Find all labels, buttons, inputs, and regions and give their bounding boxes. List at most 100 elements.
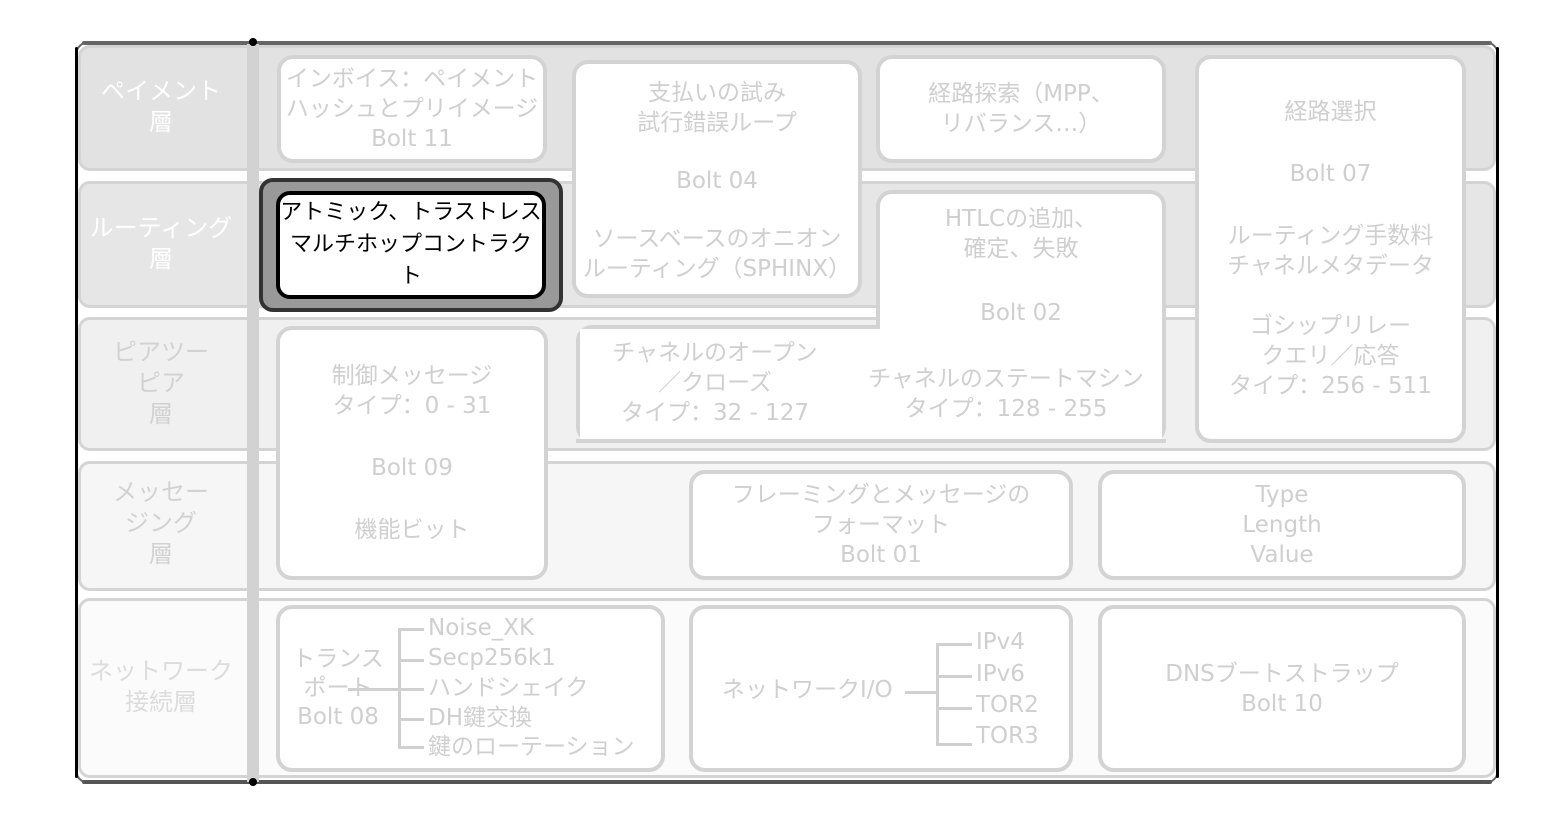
box-framing: フレーミングとメッセージの フォーマット Bolt 01 xyxy=(689,470,1073,580)
layer-label-line: 層 xyxy=(149,400,173,428)
box-text: 機能ビット xyxy=(354,517,470,543)
highlight-text: アトミック、トラストレス xyxy=(280,200,542,225)
box-text: ハッシュとプリイメージ xyxy=(285,96,539,122)
box-text: 支払いの試み xyxy=(648,80,786,106)
tree-leaf: Noise_XK xyxy=(428,615,535,641)
frame-right-edge xyxy=(1496,47,1499,778)
tree-leaf: DH鍵交換 xyxy=(428,705,533,731)
box-text: ／クローズ xyxy=(658,370,772,396)
frame-bottom-edge xyxy=(82,780,1492,784)
layer-label-line: ペイメント xyxy=(101,77,221,105)
box-text: タイプ：128 - 255 xyxy=(904,396,1108,422)
tree-leaf: IPv4 xyxy=(976,629,1025,655)
layer-label-line: ネットワーク xyxy=(89,657,233,685)
tree-connector xyxy=(905,691,937,694)
layer-label-routing: ルーティング 層 xyxy=(80,213,242,275)
layer-label-line: 層 xyxy=(149,540,173,568)
tree-leaf: IPv6 xyxy=(976,661,1025,687)
tree-branch xyxy=(398,746,424,749)
tree-branch xyxy=(398,659,424,662)
box-text: Type xyxy=(1255,482,1309,508)
divider-top-cap xyxy=(249,38,257,46)
box-text: ソースベースのオニオン xyxy=(592,226,842,252)
box-text: フォーマット xyxy=(812,512,950,538)
tree-leaf: Secp256k1 xyxy=(428,645,556,671)
layer-label-line: 層 xyxy=(149,108,173,136)
box-text: リバランス…） xyxy=(940,111,1102,137)
box-text: クエリ／応答 xyxy=(1261,343,1400,369)
box-text: ルーティング手数料 xyxy=(1227,223,1434,249)
box-atomic-multihop-contract: アトミック、トラストレス マルチホップコントラクト xyxy=(276,191,546,299)
box-text: ゴシップリレー xyxy=(1250,313,1411,339)
box-text: 試行錯誤ループ xyxy=(637,110,797,136)
box-route-selection: 経路選択 Bolt 07 ルーティング手数料 チャネルメタデータ ゴシップリレー… xyxy=(1195,55,1466,443)
tree-root-text: トランス xyxy=(292,646,384,672)
tree-branch xyxy=(936,675,972,678)
box-bolt-label: Bolt 10 xyxy=(1241,690,1323,717)
box-text: タイプ：0 - 31 xyxy=(332,393,492,419)
highlight-text: マルチホップコントラクト xyxy=(289,232,532,289)
box-bolt-label: Bolt 01 xyxy=(840,542,922,568)
tree-branch xyxy=(398,688,424,691)
box-invoice: インボイス：ペイメント ハッシュとプリイメージ Bolt 11 xyxy=(277,55,547,163)
htlc-text-block: HTLCの追加、 確定、失敗 Bolt 02 xyxy=(876,204,1166,328)
box-text: タイプ：256 - 511 xyxy=(1229,373,1432,399)
box-channel-open: チャネルのオープン ／クローズ タイプ：32 - 127 xyxy=(580,338,850,428)
tree-branch xyxy=(936,743,972,746)
network-io-root: ネットワークI/O xyxy=(722,677,893,703)
tree-branch xyxy=(398,628,424,631)
tree-leaf: TOR3 xyxy=(976,723,1039,749)
layer-label-payment: ペイメント 層 xyxy=(80,76,242,138)
layer-label-line: メッセー xyxy=(113,478,209,506)
box-text: ルーティング（SPHINX） xyxy=(582,256,852,282)
layer-label-line: 接続層 xyxy=(125,688,197,716)
layer-label-line: ピアツー xyxy=(113,338,209,366)
box-bolt-label: Bolt 04 xyxy=(676,168,758,194)
box-tlv: Type Length Value xyxy=(1098,470,1466,580)
tree-root-text: Bolt 08 xyxy=(297,704,379,730)
label-column-divider xyxy=(247,44,259,782)
tree-leaf: ハンドシェイク xyxy=(428,675,589,701)
box-control-messages: 制御メッセージ タイプ：0 - 31 Bolt 09 機能ビット xyxy=(276,326,548,580)
box-text: チャネルメタデータ xyxy=(1227,253,1434,279)
divider-bottom-cap xyxy=(249,778,257,786)
box-text: DNSブートストラップ xyxy=(1165,660,1399,687)
box-bolt-label: Bolt 11 xyxy=(371,126,453,152)
layer-label-peer-to-peer: ピアツー ピア 層 xyxy=(80,337,242,430)
box-text: Length xyxy=(1242,512,1322,538)
frame-top-edge xyxy=(82,41,1492,45)
box-text: インボイス：ペイメント xyxy=(285,66,539,92)
box-dns-bootstrap: DNSブートストラップ Bolt 10 xyxy=(1098,605,1466,772)
box-merge-bottom-border xyxy=(576,439,1166,443)
box-text: Value xyxy=(1250,542,1314,568)
box-text: 確定、失敗 xyxy=(963,236,1079,262)
box-text: 制御メッセージ xyxy=(331,363,493,389)
tree-branch xyxy=(398,718,424,721)
tree-branch xyxy=(936,643,972,646)
tree-connector xyxy=(348,688,400,691)
layer-label-line: ルーティング xyxy=(89,214,233,242)
box-payment-attempt: 支払いの試み 試行錯誤ループ Bolt 04 ソースベースのオニオン ルーティン… xyxy=(572,60,862,298)
box-text: チャネルのオープン xyxy=(612,340,818,366)
box-pathfinding: 経路探索（MPP、 リバランス…） xyxy=(876,55,1166,163)
box-text: フレーミングとメッセージの xyxy=(731,482,1031,508)
layer-label-network: ネットワーク 接続層 xyxy=(80,656,242,718)
box-text: チャネルのステートマシン xyxy=(868,366,1144,392)
state-machine-text-block: チャネルのステートマシン タイプ：128 - 255 xyxy=(846,364,1166,424)
tree-leaf: 鍵のローテーション xyxy=(428,734,635,760)
layer-label-line: ジング xyxy=(125,509,197,537)
layer-label-line: 層 xyxy=(149,245,173,273)
tree-branch xyxy=(936,707,972,710)
layer-label-messaging: メッセー ジング 層 xyxy=(80,477,242,570)
box-text: タイプ：32 - 127 xyxy=(620,400,810,426)
layer-label-line: ピア xyxy=(137,369,185,397)
box-text: HTLCの追加、 xyxy=(944,206,1098,232)
box-text: 経路選択 xyxy=(1284,99,1377,125)
box-bolt-label: Bolt 07 xyxy=(1289,161,1372,187)
tree-leaf: TOR2 xyxy=(976,692,1039,718)
box-bolt-label: Bolt 02 xyxy=(980,300,1062,326)
tree-trunk xyxy=(936,643,939,745)
box-bolt-label: Bolt 09 xyxy=(371,455,453,481)
frame-left-edge xyxy=(75,47,78,778)
box-text: 経路探索（MPP、 xyxy=(928,81,1114,107)
